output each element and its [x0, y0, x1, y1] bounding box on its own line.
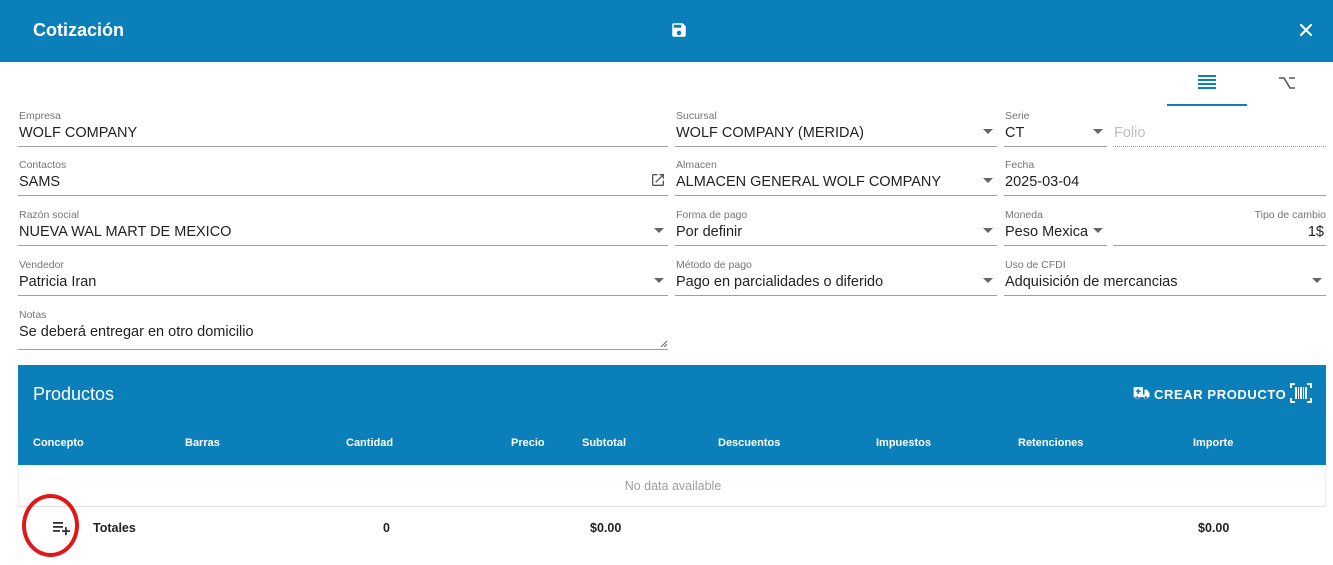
moneda-value: Peso Mexica	[1005, 224, 1089, 240]
totals-row	[18, 507, 1326, 551]
almacen-label: Almacen	[676, 159, 717, 171]
chevron-down-icon	[654, 228, 664, 233]
open-external-icon[interactable]	[650, 172, 666, 188]
vendedor-select[interactable]: Vendedor Patricia Iran	[18, 259, 668, 296]
razon-social-value: NUEVA WAL MART DE MEXICO	[19, 224, 232, 240]
metodo-pago-value: Pago en parcialidades o diferido	[676, 274, 884, 290]
moneda-label: Moneda	[1005, 209, 1043, 221]
totals-label: Totales	[93, 521, 136, 535]
column-header-importe[interactable]: Importe	[1193, 437, 1233, 449]
folio-field[interactable]: Folio	[1113, 110, 1326, 147]
option-icon	[1279, 77, 1295, 89]
empty-table-row: No data available	[18, 465, 1326, 507]
almacen-value: ALMACEN GENERAL WOLF COMPANY	[676, 174, 942, 190]
column-header-retenciones[interactable]: Retenciones	[1018, 437, 1083, 449]
no-data-message: No data available	[624, 479, 722, 493]
totals-importe: $0.00	[1198, 521, 1230, 535]
chevron-down-icon	[983, 228, 993, 233]
truck-plus-icon	[1133, 387, 1150, 400]
empresa-value: WOLF COMPANY	[19, 125, 138, 141]
column-header-barras[interactable]: Barras	[185, 437, 220, 449]
uso-cfdi-select[interactable]: Uso de CFDI Adquisición de mercancias	[1004, 259, 1326, 296]
tipo-cambio-field[interactable]: Tipo de cambio 1$	[1113, 209, 1326, 246]
folio-placeholder: Folio	[1114, 125, 1146, 141]
fecha-value: 2025-03-04	[1005, 174, 1080, 190]
uso-cfdi-label: Uso de CFDI	[1005, 259, 1066, 271]
tab-option-view[interactable]	[1268, 62, 1308, 104]
contactos-label: Contactos	[19, 159, 67, 171]
serie-select[interactable]: Serie CT	[1004, 110, 1107, 147]
tab-list-view[interactable]	[1167, 62, 1247, 106]
close-icon[interactable]	[1296, 20, 1316, 40]
products-title: Productos	[33, 384, 115, 404]
column-header-precio[interactable]: Precio	[511, 437, 545, 449]
column-header-subtotal[interactable]: Subtotal	[582, 437, 626, 449]
notas-label: Notas	[19, 309, 47, 321]
totals-subtotal: $0.00	[590, 521, 622, 535]
notas-textarea[interactable]: Notas Se deberá entregar en otro domicil…	[18, 309, 668, 350]
tipo-cambio-label: Tipo de cambio	[1254, 209, 1326, 221]
products-panel-header	[18, 365, 1326, 465]
chevron-down-icon	[983, 278, 993, 283]
razon-social-label: Razón social	[19, 209, 80, 221]
chevron-down-icon	[983, 129, 993, 134]
moneda-select[interactable]: Moneda Peso Mexica	[1004, 209, 1107, 246]
sucursal-select[interactable]: Sucursal WOLF COMPANY (MERIDA)	[675, 110, 997, 147]
save-icon[interactable]	[670, 21, 688, 39]
column-header-cantidad[interactable]: Cantidad	[346, 437, 393, 449]
contactos-value: SAMS	[19, 174, 61, 190]
chevron-down-icon	[654, 278, 664, 283]
metodo-pago-select[interactable]: Método de pago Pago en parcialidades o d…	[675, 259, 997, 296]
vendedor-value: Patricia Iran	[19, 274, 97, 290]
barcode-scan-button[interactable]	[1290, 383, 1312, 408]
barcode-scan-icon	[1290, 383, 1312, 403]
tipo-cambio-value: 1$	[1307, 224, 1324, 240]
highlight-circle	[22, 494, 79, 557]
notas-value: Se deberá entregar en otro domicilio	[19, 324, 254, 340]
totals-cantidad: 0	[383, 521, 390, 535]
column-header-concepto[interactable]: Concepto	[33, 437, 84, 449]
vendedor-label: Vendedor	[19, 259, 64, 271]
chevron-down-icon	[1093, 228, 1103, 233]
dialog-title: Cotización	[33, 20, 125, 40]
fecha-label: Fecha	[1005, 159, 1035, 171]
uso-cfdi-value: Adquisición de mercancias	[1005, 274, 1178, 290]
razon-social-select[interactable]: Razón social NUEVA WAL MART DE MEXICO	[18, 209, 668, 246]
sucursal-value: WOLF COMPANY (MERIDA)	[676, 125, 864, 141]
fecha-field[interactable]: Fecha 2025-03-04	[1004, 159, 1326, 196]
column-header-descuentos[interactable]: Descuentos	[718, 437, 780, 449]
serie-value: CT	[1005, 125, 1025, 141]
contactos-field[interactable]: Contactos SAMS	[18, 159, 668, 196]
forma-pago-select[interactable]: Forma de pago Por definir	[675, 209, 997, 246]
resize-handle-icon[interactable]	[660, 340, 667, 347]
forma-pago-value: Por definir	[676, 224, 743, 240]
column-header-impuestos[interactable]: Impuestos	[876, 437, 931, 449]
almacen-select[interactable]: Almacen ALMACEN GENERAL WOLF COMPANY	[675, 159, 997, 196]
serie-label: Serie	[1005, 110, 1030, 122]
metodo-pago-label: Método de pago	[676, 259, 752, 271]
sucursal-label: Sucursal	[676, 110, 717, 122]
empresa-field[interactable]: Empresa WOLF COMPANY	[18, 110, 668, 147]
empresa-label: Empresa	[19, 110, 62, 122]
list-icon	[1198, 75, 1216, 89]
chevron-down-icon	[1312, 278, 1322, 283]
chevron-down-icon	[1093, 129, 1103, 134]
forma-pago-label: Forma de pago	[676, 209, 748, 221]
chevron-down-icon	[983, 178, 993, 183]
create-product-label: CREAR PRODUCTO	[1154, 387, 1287, 402]
dialog-header	[0, 0, 1333, 62]
